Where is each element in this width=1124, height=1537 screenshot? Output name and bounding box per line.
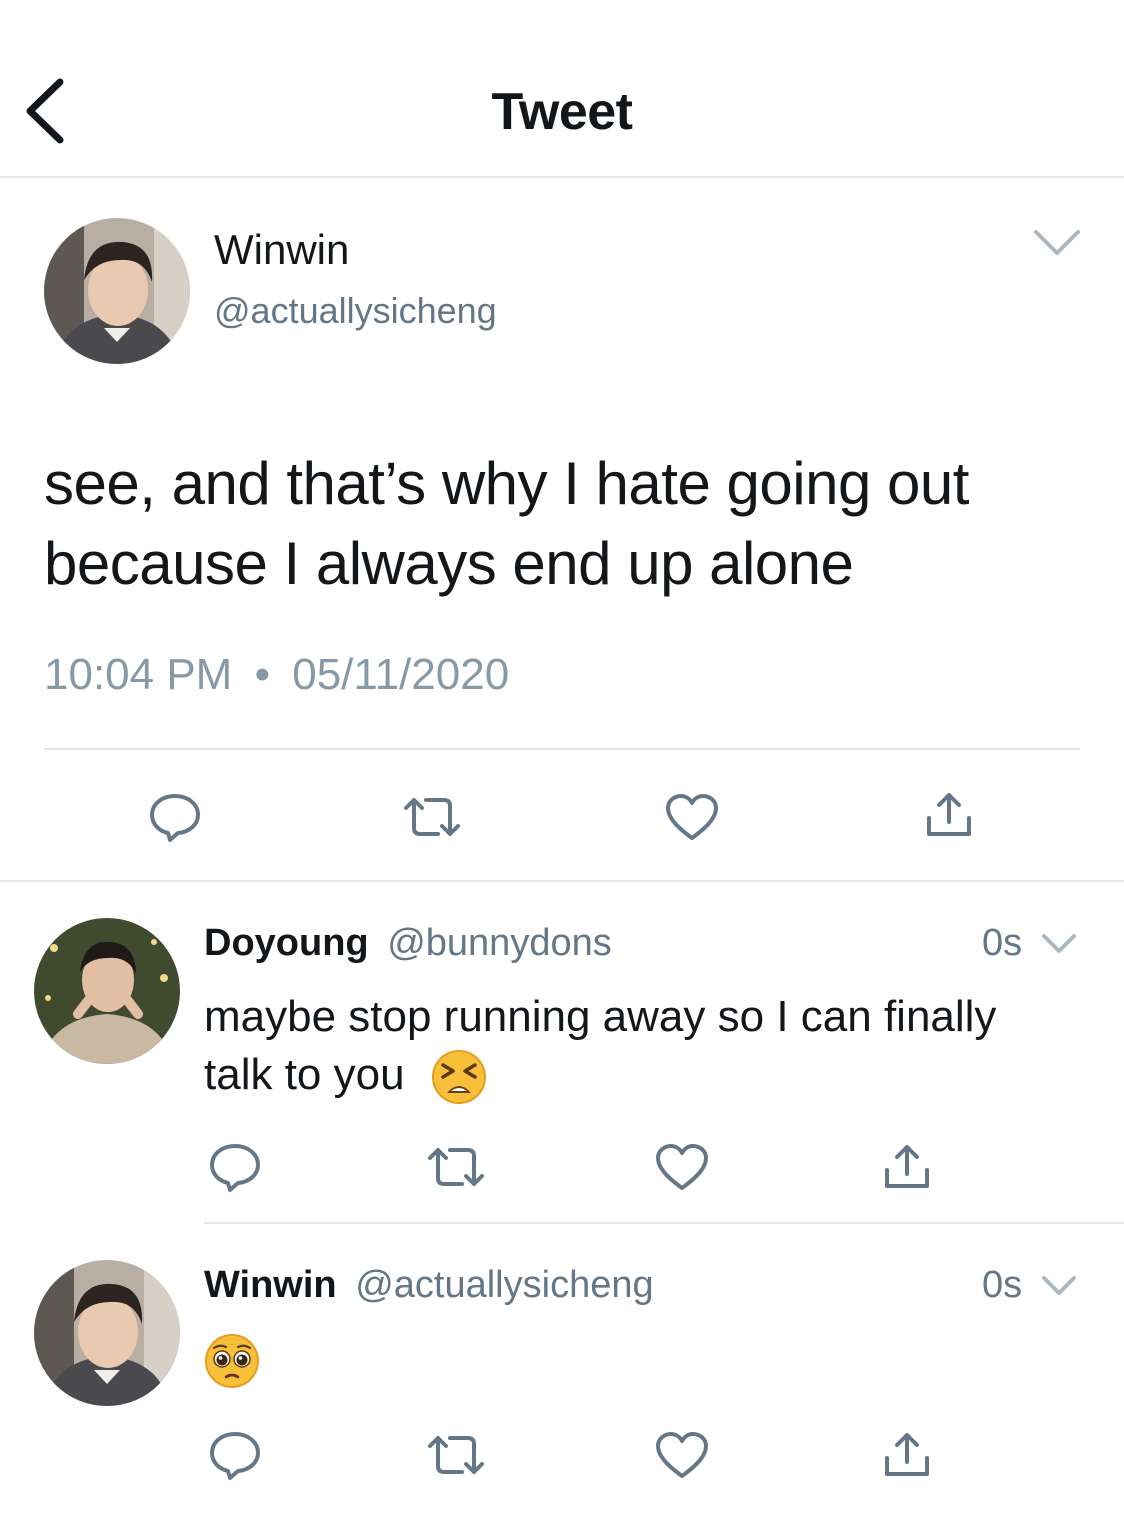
chevron-down-icon [1042,934,1076,953]
reply-icon [150,794,200,842]
avatar[interactable] [44,218,190,364]
heart-icon [656,1144,708,1190]
share-icon [927,793,971,836]
avatar[interactable] [34,1260,180,1406]
like-button[interactable] [664,792,720,842]
reply-button[interactable] [208,1428,262,1482]
retweet-icon [404,798,460,836]
share-icon [885,1433,929,1476]
meta-separator: • [254,650,270,699]
tired-face-emoji [431,1050,486,1105]
reply-options-button[interactable] [1040,932,1078,961]
reply-icon [210,1432,260,1480]
share-icon [885,1145,929,1188]
reply-text: maybe stop running away so I can finally… [204,988,1024,1105]
author-handle[interactable]: @actuallysicheng [214,290,497,332]
share-button[interactable] [924,790,974,840]
author-name[interactable]: Winwin [214,226,349,274]
avatar[interactable] [34,918,180,1064]
chevron-down-icon [1034,230,1080,255]
tweet-time: 10:04 PM [44,650,233,699]
tweet-text: see, and that’s why I hate going out bec… [44,450,969,597]
reply-text-content: maybe stop running away so I can finally… [204,992,997,1099]
tweet-date: 05/11/2020 [292,650,510,699]
share-button[interactable] [882,1142,932,1192]
reply-author-handle[interactable]: @bunnydons [387,922,612,964]
divider [204,1222,1124,1224]
divider [44,748,1080,750]
reply-author-name[interactable]: Winwin [204,1264,337,1306]
reply-header: Winwin @actuallysicheng [204,1264,654,1307]
retweet-button[interactable] [426,1144,486,1190]
chevron-down-icon [1042,1276,1076,1295]
reply-button[interactable] [148,790,202,844]
top-bar: Tweet [0,0,1124,178]
heart-icon [656,1432,708,1478]
retweet-icon [428,1148,484,1186]
share-button[interactable] [882,1430,932,1480]
reply-options-button[interactable] [1040,1274,1078,1303]
reply-button[interactable] [208,1140,262,1194]
retweet-button[interactable] [426,1432,486,1478]
retweet-icon [428,1436,484,1474]
pleading-face-emoji [205,1334,259,1389]
reply-text [204,1330,1024,1389]
page-title: Tweet [491,83,633,141]
reply-author-name[interactable]: Doyoung [204,922,369,964]
reply-icon [210,1144,260,1192]
reply-header: Doyoung @bunnydons [204,922,612,965]
heart-icon [666,794,718,840]
like-button[interactable] [654,1430,710,1480]
retweet-button[interactable] [402,794,462,840]
like-button[interactable] [654,1142,710,1192]
reply-time: 0s [982,922,1023,964]
divider [0,880,1124,882]
reply-time: 0s [982,1264,1023,1306]
tweet-options-button[interactable] [1032,226,1082,263]
tweet-timestamp: 10:04 PM • 05/11/2020 [44,650,509,700]
reply-author-handle[interactable]: @actuallysicheng [355,1264,653,1306]
